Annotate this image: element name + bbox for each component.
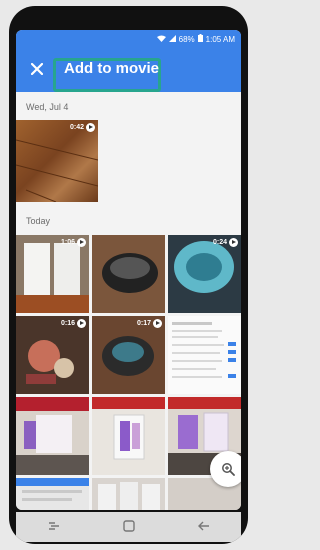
close-icon	[30, 62, 44, 76]
clock: 1:05 AM	[205, 34, 235, 44]
video-badge: 0:17	[137, 319, 162, 328]
close-button[interactable]	[26, 58, 48, 80]
zoom-button[interactable]	[210, 451, 241, 487]
battery-level: 68%	[178, 34, 195, 44]
video-duration: 0:42	[69, 124, 84, 131]
wood-floor-thumbnail	[16, 139, 98, 202]
grid-item-photo[interactable]	[92, 235, 165, 313]
play-icon	[153, 319, 162, 328]
recents-icon[interactable]	[44, 520, 64, 534]
zoom-icon	[222, 463, 235, 476]
wifi-icon	[156, 35, 166, 44]
video-badge: 0:16	[61, 319, 86, 328]
grid-item-video[interactable]: 0:17	[92, 316, 165, 394]
section-label-wed-jul-4: Wed, Jul 4	[26, 102, 69, 112]
video-badge: 0:24	[213, 238, 238, 247]
grid-item-video[interactable]: 0:42	[16, 120, 98, 202]
screen: 68% 1:05 AM Add to movie Wed, Jul 4 0:42…	[16, 30, 241, 510]
play-icon	[77, 319, 86, 328]
grid-item-photo[interactable]	[92, 397, 165, 475]
video-badge: 0:42	[70, 123, 95, 132]
play-icon	[86, 123, 95, 132]
video-badge: 1:06	[61, 238, 86, 247]
phone-box-thumbnail	[92, 397, 165, 475]
grid-item-video[interactable]: 0:24	[168, 235, 241, 313]
app-bar: Add to movie	[16, 48, 241, 92]
galaxy-s9-display-thumbnail	[16, 397, 89, 475]
video-duration: 0:16	[60, 320, 75, 327]
phone-frame: 68% 1:05 AM Add to movie Wed, Jul 4 0:42…	[9, 6, 248, 544]
section-label-today: Today	[26, 216, 51, 226]
grid-item-photo[interactable]	[16, 478, 89, 510]
navigation-bar	[16, 512, 241, 542]
play-icon	[77, 238, 86, 247]
grid-item-photo[interactable]	[92, 478, 165, 510]
grid-item-photo[interactable]	[16, 397, 89, 475]
signal-icon	[168, 34, 176, 44]
video-duration: 1:06	[60, 239, 75, 246]
home-icon[interactable]	[119, 519, 139, 535]
play-icon	[229, 238, 238, 247]
video-duration: 0:17	[136, 320, 151, 327]
status-bar: 68% 1:05 AM	[16, 30, 241, 48]
grid-item-photo[interactable]	[168, 316, 241, 394]
back-icon[interactable]	[194, 520, 214, 534]
video-duration: 0:24	[212, 239, 227, 246]
page-title: Add to movie	[64, 60, 160, 77]
grid-item-video[interactable]: 0:16	[16, 316, 89, 394]
status-icons: 68% 1:05 AM	[156, 34, 235, 44]
webpage-screenshot-thumbnail	[168, 316, 241, 394]
grid-item-video[interactable]: 1:06	[16, 235, 89, 313]
battery-icon	[197, 34, 203, 44]
robot-vacuum-thumbnail	[92, 235, 165, 313]
